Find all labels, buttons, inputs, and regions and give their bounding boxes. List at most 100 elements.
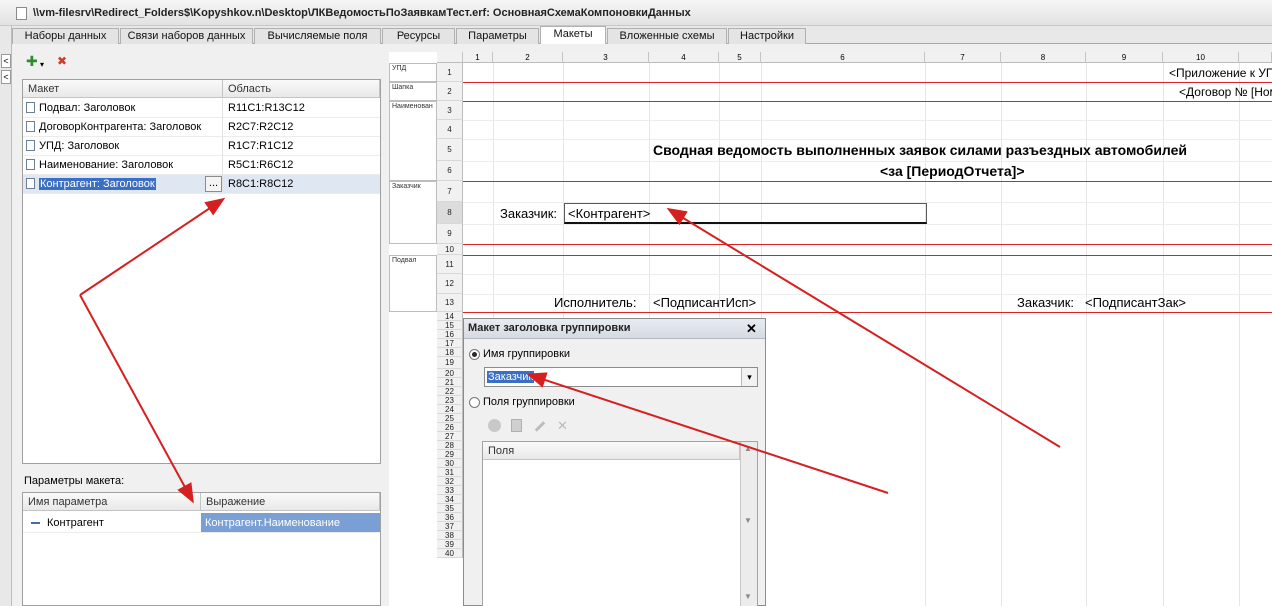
row-number[interactable]: 6 (437, 161, 463, 181)
row-number[interactable]: 16 (437, 330, 463, 339)
row-number[interactable]: 37 (437, 522, 463, 531)
row-number[interactable]: 40 (437, 549, 463, 558)
row-number[interactable]: 17 (437, 339, 463, 348)
row-number[interactable]: 34 (437, 495, 463, 504)
row-number[interactable]: 32 (437, 477, 463, 486)
row-number[interactable]: 10 (437, 244, 463, 255)
param-expression[interactable]: Контрагент.Наименование (201, 513, 380, 532)
row-number[interactable]: 31 (437, 468, 463, 477)
column-header[interactable] (1239, 52, 1272, 63)
row-number[interactable]: 14 (437, 312, 463, 321)
row-number[interactable]: 1 (437, 63, 463, 82)
cell-executor-label[interactable]: Исполнитель: (554, 295, 636, 310)
row-number[interactable]: 2 (437, 82, 463, 101)
ellipsis-button[interactable]: ... (205, 176, 222, 192)
tab-layouts[interactable]: Макеты (540, 26, 606, 44)
cell-customer-value[interactable]: <Контрагент> (564, 203, 927, 224)
tab-settings[interactable]: Настройки (728, 28, 806, 44)
cell-report-period[interactable]: <за [ПериодОтчета]> (880, 163, 1025, 179)
column-header[interactable]: 1 (463, 52, 493, 63)
scroll-down-icon-mid[interactable]: ▼ (744, 516, 752, 525)
copy-field-icon[interactable] (511, 419, 522, 432)
row-number[interactable]: 23 (437, 396, 463, 405)
scroll-down-icon[interactable]: ▼ (744, 592, 752, 601)
column-header-layout[interactable]: Макет (23, 80, 223, 98)
row-number[interactable]: 8 (437, 202, 463, 224)
delete-field-icon[interactable]: ✕ (557, 418, 568, 434)
row-number[interactable]: 25 (437, 414, 463, 423)
table-row[interactable]: Наименование: Заголовок R5C1:R6C12 (23, 156, 380, 175)
row-number[interactable]: 36 (437, 513, 463, 522)
scroll-up-icon[interactable]: ▲ (744, 444, 752, 453)
row-number[interactable]: 21 (437, 378, 463, 387)
radio-group-fields[interactable] (469, 397, 480, 408)
row-number[interactable]: 18 (437, 348, 463, 357)
row-number[interactable]: 5 (437, 139, 463, 161)
delete-icon[interactable]: ✖ (57, 54, 67, 68)
table-row[interactable]: Контрагент Контрагент.Наименование (23, 513, 380, 533)
table-row[interactable]: УПД: Заголовок R1C7:R1C12 (23, 137, 380, 156)
column-header-fields[interactable]: Поля (483, 442, 740, 460)
cell-contract[interactable]: <Договор № [Ном (1179, 85, 1272, 99)
row-number[interactable]: 28 (437, 441, 463, 450)
cell-report-title[interactable]: Сводная ведомость выполненных заявок сил… (653, 142, 1187, 158)
column-header[interactable]: 4 (649, 52, 719, 63)
table-row[interactable]: ДоговорКонтрагента: Заголовок R2C7:R2C12 (23, 118, 380, 137)
column-header[interactable]: 9 (1086, 52, 1163, 63)
column-header[interactable]: 8 (1001, 52, 1086, 63)
layout-name-editing[interactable]: Контрагент: Заголовок (39, 178, 156, 190)
cell-customer-sign-label[interactable]: Заказчик: (1017, 295, 1074, 310)
tab-calculated-fields[interactable]: Вычисляемые поля (254, 28, 381, 44)
column-header-expression[interactable]: Выражение (201, 493, 380, 511)
row-number[interactable]: 20 (437, 369, 463, 378)
cell-customer-signer[interactable]: <ПодписантЗак> (1085, 295, 1186, 310)
cell-appendix[interactable]: <Приложение к УП (1169, 66, 1272, 80)
table-row[interactable]: Подвал: Заголовок R11C1:R13C12 (23, 99, 380, 118)
column-header[interactable]: 3 (563, 52, 649, 63)
close-icon[interactable]: ✕ (746, 321, 757, 337)
tab-resources[interactable]: Ресурсы (382, 28, 455, 44)
row-number[interactable]: 15 (437, 321, 463, 330)
column-header[interactable]: 2 (493, 52, 563, 63)
column-header[interactable]: 10 (1163, 52, 1239, 63)
row-number[interactable]: 38 (437, 531, 463, 540)
radio-group-name[interactable] (469, 349, 480, 360)
vertical-scrollbar[interactable]: ▲ ▼ ▼ (740, 442, 757, 606)
collapse-arrow-icon-2[interactable]: < (1, 70, 11, 84)
tab-datasets[interactable]: Наборы данных (12, 28, 119, 44)
row-number[interactable]: 39 (437, 540, 463, 549)
tab-nested-schemas[interactable]: Вложенные схемы (607, 28, 727, 44)
row-number[interactable]: 19 (437, 357, 463, 369)
row-number[interactable]: 29 (437, 450, 463, 459)
collapse-arrow-icon[interactable]: < (1, 54, 11, 68)
add-field-icon[interactable] (488, 419, 501, 432)
row-number[interactable]: 24 (437, 405, 463, 414)
row-number[interactable]: 13 (437, 294, 463, 312)
cell-executor-signer[interactable]: <ПодписантИсп> (653, 295, 756, 310)
column-header[interactable]: 5 (719, 52, 761, 63)
table-row-selected[interactable]: Контрагент: Заголовок ... R8C1:R8C12 (23, 175, 380, 194)
row-number[interactable]: 26 (437, 423, 463, 432)
chevron-down-icon[interactable]: ▾ (40, 58, 44, 72)
group-name-input[interactable]: Заказчик ▾ (484, 367, 758, 387)
row-number[interactable]: 22 (437, 387, 463, 396)
row-number[interactable]: 27 (437, 432, 463, 441)
row-number[interactable]: 3 (437, 101, 463, 120)
row-number[interactable]: 12 (437, 274, 463, 294)
row-number[interactable]: 35 (437, 504, 463, 513)
row-number[interactable]: 7 (437, 181, 463, 202)
tab-parameters[interactable]: Параметры (456, 28, 539, 44)
row-number[interactable]: 30 (437, 459, 463, 468)
row-number[interactable]: 4 (437, 120, 463, 139)
row-number[interactable]: 11 (437, 255, 463, 274)
row-number[interactable]: 9 (437, 224, 463, 244)
edit-field-icon[interactable] (534, 421, 546, 432)
tab-dataset-links[interactable]: Связи наборов данных (120, 28, 253, 44)
column-header-param-name[interactable]: Имя параметра (23, 493, 201, 511)
column-header[interactable]: 6 (761, 52, 925, 63)
column-header-area[interactable]: Область (223, 80, 380, 98)
row-number[interactable]: 33 (437, 486, 463, 495)
add-icon[interactable]: ✚ (26, 54, 38, 68)
chevron-down-icon[interactable]: ▾ (741, 368, 757, 386)
cell-customer-label[interactable]: Заказчик: (500, 206, 557, 221)
